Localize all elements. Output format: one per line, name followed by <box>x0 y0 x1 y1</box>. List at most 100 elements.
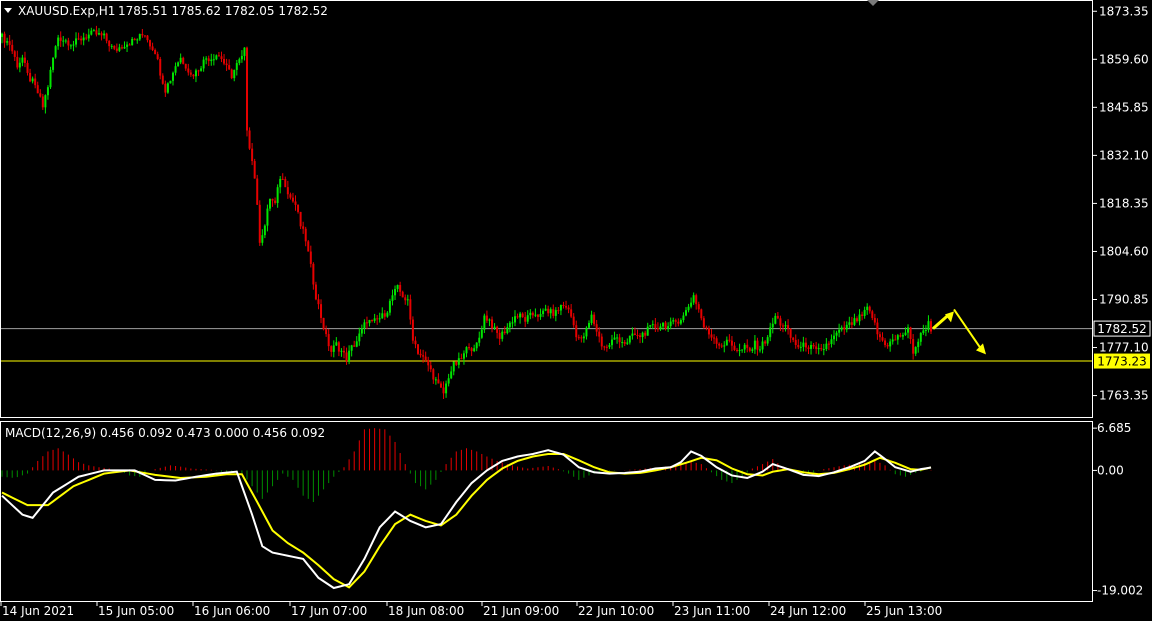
candle-body <box>161 75 164 84</box>
candle-body <box>284 179 287 188</box>
candle-body <box>542 310 545 315</box>
candle-body <box>391 295 394 301</box>
candle <box>248 127 251 150</box>
candle-body <box>827 343 830 345</box>
candle-body <box>738 349 741 351</box>
candle-body <box>332 345 335 352</box>
candle-body <box>92 30 95 32</box>
candle-body <box>603 346 606 348</box>
candle-body <box>493 326 496 329</box>
candle-body <box>585 327 588 337</box>
candle-body <box>590 314 593 323</box>
current-price-tag: 1782.52 <box>1093 320 1151 337</box>
candle-body <box>177 62 180 67</box>
candle-body <box>401 291 404 298</box>
candle-body <box>39 93 42 97</box>
candle-body <box>817 348 820 350</box>
candle-body <box>164 83 167 93</box>
macd-tick-label: 6.685 <box>1097 421 1131 435</box>
candle-body <box>924 329 927 331</box>
candle-body <box>679 320 682 324</box>
candle-body <box>927 321 930 330</box>
candle-body <box>616 337 619 339</box>
candle-body <box>6 41 9 43</box>
candle-body <box>184 63 187 69</box>
candle-body <box>649 325 652 327</box>
candle-body <box>769 327 772 338</box>
candle-body <box>580 337 583 339</box>
candle-body <box>268 198 271 209</box>
time-tick-label: 21 Jun 09:00 <box>483 604 559 618</box>
price-tick-label: 1832.10 <box>1099 148 1149 162</box>
candle-body <box>577 337 580 339</box>
candle-body <box>215 55 218 60</box>
candle-body <box>756 340 759 350</box>
candle-body <box>531 312 534 316</box>
price-axis: 1873.35 1859.60 1845.85 1832.10 1818.35 1804.… <box>1093 4 1149 403</box>
candle-body <box>368 319 371 324</box>
candle-body <box>62 40 65 42</box>
candle-body <box>728 339 731 341</box>
candle-body <box>544 308 547 311</box>
candle-body <box>411 319 414 341</box>
candle-body <box>371 319 374 321</box>
candle-body <box>103 33 106 36</box>
candle-body <box>718 343 721 346</box>
candle-body <box>720 345 723 347</box>
candle-body <box>743 344 746 350</box>
time-tick-label: 22 Jun 10:00 <box>578 604 654 618</box>
candle <box>169 80 172 84</box>
candle-body <box>376 318 379 320</box>
candle-body <box>891 339 894 342</box>
candle-body <box>317 299 320 305</box>
trading-chart[interactable]: 1873.35 1859.60 1845.85 1832.10 1818.35 1804.… <box>0 0 1152 621</box>
candle-body <box>248 130 251 149</box>
candle-body <box>861 314 864 316</box>
time-tick-label: 18 Jun 08:00 <box>388 604 464 618</box>
candle-body <box>725 339 728 346</box>
candle-body <box>746 344 749 348</box>
candle-body <box>853 318 856 325</box>
candle-body <box>80 38 83 41</box>
candle-body <box>327 334 330 347</box>
candle-body <box>205 58 208 60</box>
candle-body <box>914 347 917 354</box>
candle-body <box>539 314 542 317</box>
candle-body <box>511 322 514 324</box>
candle-body <box>406 299 409 301</box>
candle-body <box>483 315 486 330</box>
candle-body <box>217 55 220 57</box>
candle-body <box>557 310 560 312</box>
candle-body <box>447 378 450 384</box>
candle-body <box>82 37 85 41</box>
candle-body <box>307 241 310 252</box>
candle-body <box>154 49 157 55</box>
macd-header-label: MACD(12,26,9) 0.456 0.092 0.473 0.000 0.… <box>5 426 325 440</box>
candle <box>256 174 259 205</box>
candle-body <box>559 304 562 311</box>
candle-body <box>610 339 613 346</box>
candle-body <box>348 350 351 362</box>
candle-body <box>386 312 389 317</box>
candle-body <box>64 40 67 42</box>
candle-body <box>59 37 62 41</box>
candle-body <box>399 285 402 292</box>
candle <box>314 281 317 301</box>
symbol-label: XAUUSD.Exp,H1 <box>18 4 115 18</box>
level-price-tag-text: 1773.23 <box>1097 355 1147 369</box>
candle-body <box>355 341 358 347</box>
candle-body <box>621 342 624 344</box>
candle-body <box>845 324 848 330</box>
candle-body <box>174 66 177 73</box>
candle-body <box>442 387 445 394</box>
candle-body <box>593 314 596 325</box>
candle-body <box>320 304 323 318</box>
candle-body <box>536 314 539 317</box>
candle-body <box>115 48 118 51</box>
candle-body <box>235 63 238 70</box>
candle-body <box>930 321 932 332</box>
candle-body <box>496 326 499 333</box>
candle-body <box>159 59 162 76</box>
candle-body <box>873 317 876 323</box>
candle-body <box>651 324 654 326</box>
